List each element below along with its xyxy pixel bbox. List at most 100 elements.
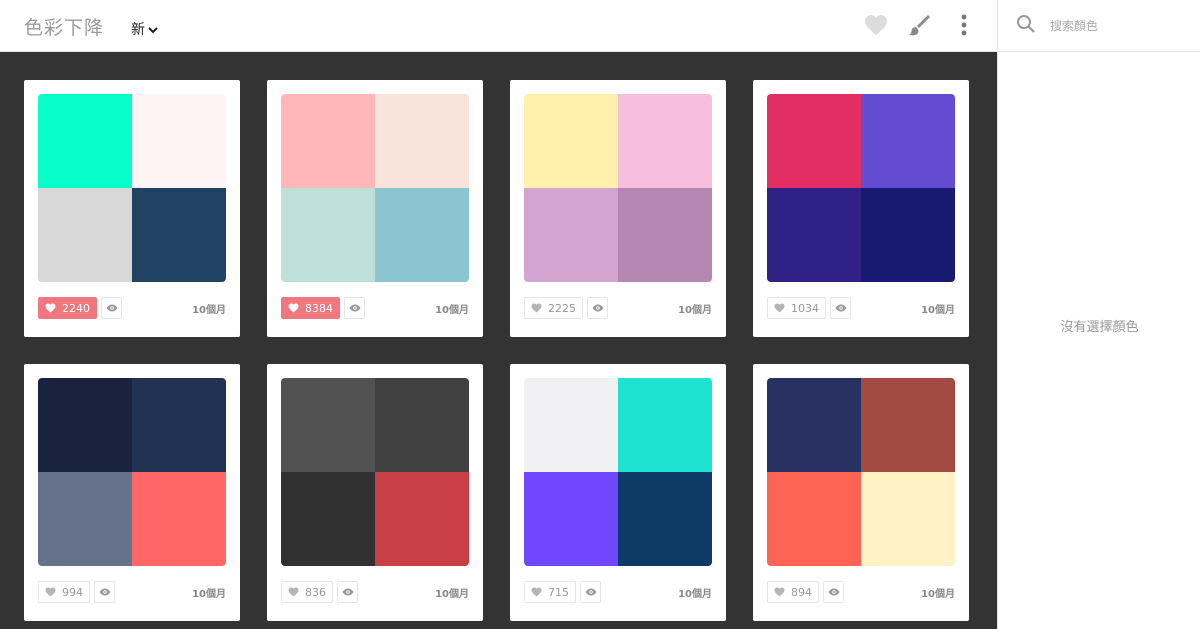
- color-swatch[interactable]: [132, 188, 226, 282]
- color-swatch[interactable]: [38, 378, 132, 472]
- more-menu-button[interactable]: [949, 10, 979, 40]
- like-button[interactable]: 836: [281, 581, 333, 603]
- like-count: 894: [791, 585, 812, 599]
- palette-card[interactable]: 715 10個月: [510, 364, 726, 621]
- color-swatch[interactable]: [618, 378, 712, 472]
- color-swatch[interactable]: [767, 188, 861, 282]
- eye-icon: [99, 588, 110, 596]
- palette-card[interactable]: 8384 10個月: [267, 80, 483, 337]
- color-swatch[interactable]: [524, 472, 618, 566]
- palette-card[interactable]: 994 10個月: [24, 364, 240, 621]
- card-footer: 8384 10個月: [281, 296, 469, 320]
- palette-swatches[interactable]: [281, 378, 469, 566]
- heart-icon: [774, 303, 785, 313]
- color-swatch[interactable]: [281, 188, 375, 282]
- color-swatch[interactable]: [767, 94, 861, 188]
- heart-icon: [288, 303, 299, 313]
- card-footer: 715 10個月: [524, 580, 712, 604]
- palette-swatches[interactable]: [38, 378, 226, 566]
- like-button[interactable]: 2225: [524, 297, 583, 319]
- view-button[interactable]: [823, 581, 844, 603]
- palette-card[interactable]: 894 10個月: [753, 364, 969, 621]
- sort-dropdown[interactable]: 新: [131, 19, 158, 39]
- view-button[interactable]: [580, 581, 601, 603]
- color-swatch[interactable]: [375, 188, 469, 282]
- color-swatch[interactable]: [618, 472, 712, 566]
- color-swatch[interactable]: [132, 94, 226, 188]
- logo[interactable]: 色彩下降: [24, 13, 104, 40]
- palette-swatches[interactable]: [524, 94, 712, 282]
- palette-swatches[interactable]: [38, 94, 226, 282]
- eye-icon: [585, 588, 596, 596]
- like-count: 1034: [791, 301, 819, 315]
- view-button[interactable]: [94, 581, 115, 603]
- like-count: 715: [548, 585, 569, 599]
- color-swatch[interactable]: [375, 94, 469, 188]
- card-footer: 836 10個月: [281, 580, 469, 604]
- view-button[interactable]: [830, 297, 851, 319]
- palette-age: 10個月: [678, 588, 712, 600]
- top-bar: 色彩下降 新: [0, 0, 997, 52]
- color-swatch[interactable]: [281, 472, 375, 566]
- favorites-button[interactable]: [861, 10, 891, 40]
- palette-swatches[interactable]: [281, 94, 469, 282]
- color-swatch[interactable]: [618, 188, 712, 282]
- eye-icon: [828, 588, 839, 596]
- color-swatch[interactable]: [281, 94, 375, 188]
- color-swatch[interactable]: [861, 188, 955, 282]
- palette-card[interactable]: 836 10個月: [267, 364, 483, 621]
- like-button[interactable]: 2240: [38, 297, 97, 319]
- color-swatch[interactable]: [375, 378, 469, 472]
- color-swatch[interactable]: [132, 378, 226, 472]
- like-button[interactable]: 8384: [281, 297, 340, 319]
- color-swatch[interactable]: [861, 472, 955, 566]
- brush-icon: [909, 15, 930, 36]
- card-footer: 2225 10個月: [524, 296, 712, 320]
- color-swatch[interactable]: [524, 94, 618, 188]
- heart-icon: [865, 15, 887, 35]
- like-button[interactable]: 994: [38, 581, 90, 603]
- palette-age: 10個月: [921, 588, 955, 600]
- palette-card[interactable]: 2240 10個月: [24, 80, 240, 337]
- color-swatch[interactable]: [375, 472, 469, 566]
- search-input[interactable]: [1050, 16, 1190, 36]
- like-button[interactable]: 1034: [767, 297, 826, 319]
- color-swatch[interactable]: [861, 94, 955, 188]
- palette-age: 10個月: [435, 304, 469, 316]
- heart-icon: [45, 587, 56, 597]
- palette-age: 10個月: [435, 588, 469, 600]
- color-swatch[interactable]: [618, 94, 712, 188]
- sort-label: 新: [131, 22, 145, 38]
- palette-swatches[interactable]: [767, 94, 955, 282]
- color-swatch[interactable]: [524, 378, 618, 472]
- color-swatch[interactable]: [767, 472, 861, 566]
- palette-feed: 2240 10個月 8384 10個月 2225 10個月 1034 10個月 994 10個月 8…: [0, 52, 997, 629]
- color-swatch[interactable]: [38, 94, 132, 188]
- palette-grid: 2240 10個月 8384 10個月 2225 10個月 1034 10個月 994 10個月 8…: [24, 80, 969, 621]
- eye-icon: [835, 304, 846, 312]
- view-button[interactable]: [101, 297, 122, 319]
- color-swatch[interactable]: [38, 188, 132, 282]
- like-button[interactable]: 715: [524, 581, 576, 603]
- view-button[interactable]: [587, 297, 608, 319]
- palette-swatches[interactable]: [767, 378, 955, 566]
- color-swatch[interactable]: [281, 378, 375, 472]
- more-vertical-icon: [961, 14, 967, 36]
- like-count: 8384: [305, 301, 333, 315]
- like-count: 836: [305, 585, 326, 599]
- color-swatch[interactable]: [132, 472, 226, 566]
- palette-card[interactable]: 1034 10個月: [753, 80, 969, 337]
- color-swatch[interactable]: [767, 378, 861, 472]
- empty-selection-message: 沒有選擇顏色: [1060, 320, 1139, 335]
- view-button[interactable]: [337, 581, 358, 603]
- view-button[interactable]: [344, 297, 365, 319]
- color-swatch[interactable]: [524, 188, 618, 282]
- heart-icon: [774, 587, 785, 597]
- card-footer: 2240 10個月: [38, 296, 226, 320]
- palette-swatches[interactable]: [524, 378, 712, 566]
- create-palette-button[interactable]: [905, 10, 935, 40]
- color-swatch[interactable]: [38, 472, 132, 566]
- color-swatch[interactable]: [861, 378, 955, 472]
- palette-card[interactable]: 2225 10個月: [510, 80, 726, 337]
- like-button[interactable]: 894: [767, 581, 819, 603]
